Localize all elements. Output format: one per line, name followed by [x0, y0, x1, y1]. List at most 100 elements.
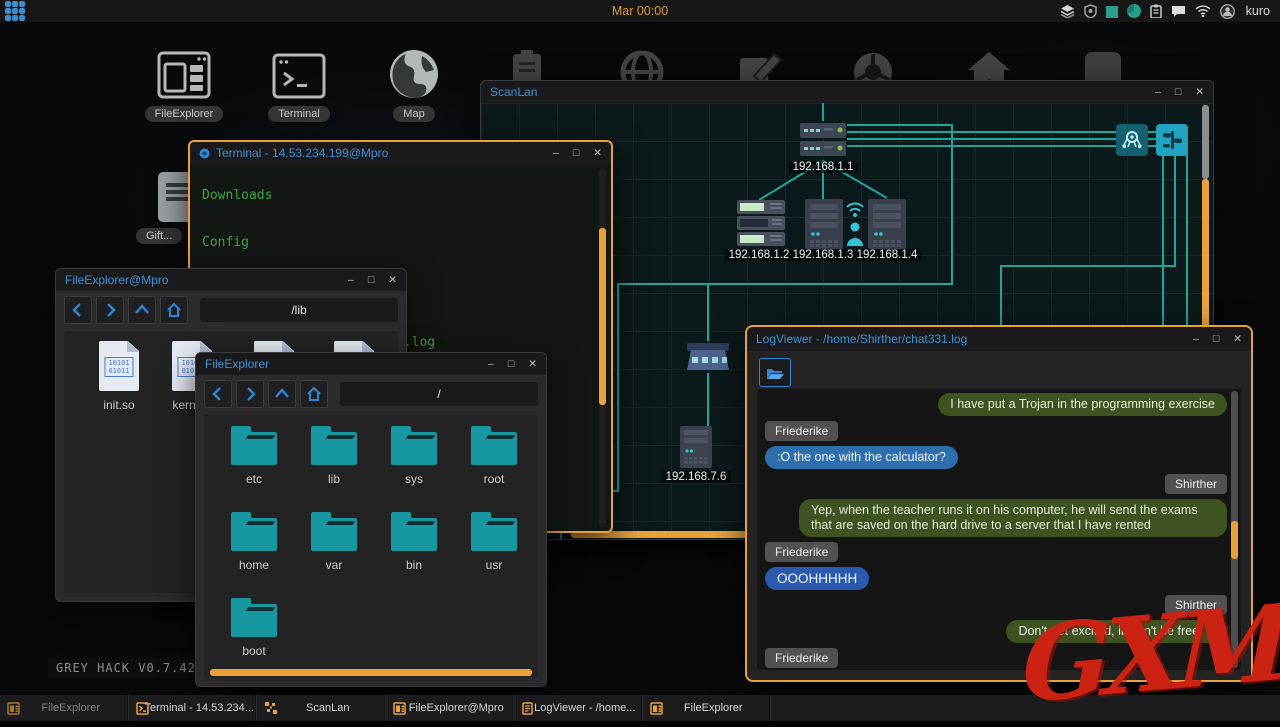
desktop-icon-terminal[interactable]: Terminal — [255, 48, 343, 122]
taskbar: FileExplorer Terminal - 14.53.234... Sca… — [0, 694, 1280, 721]
up-button[interactable] — [128, 296, 156, 324]
scanlan-icon — [264, 701, 278, 715]
folder-icon — [231, 518, 277, 551]
globe-icon — [370, 48, 458, 100]
fileexplorer-titlebar[interactable]: FileExplorer – □ ✕ — [196, 353, 546, 375]
wifi-icon[interactable] — [1195, 5, 1211, 17]
chat-author: Shirther — [1165, 595, 1227, 615]
network-node-rack[interactable] — [736, 199, 786, 252]
minimize-button[interactable]: – — [1193, 333, 1199, 345]
terminal-titlebar[interactable]: Terminal - 14.53.234.199@Mpro – □ ✕ — [190, 142, 611, 164]
fileexplorer-icon — [393, 702, 406, 715]
home-icon — [166, 302, 182, 318]
folder-item-lib[interactable]: lib — [294, 423, 374, 486]
close-button[interactable]: ✕ — [1233, 333, 1242, 345]
taskbar-item-terminal[interactable]: Terminal - 14.53.234... — [129, 695, 258, 721]
taskbar-item-fileexplorer-min[interactable]: FileExplorer — [0, 695, 129, 721]
back-button[interactable] — [64, 296, 92, 324]
terminal-scroll-thumb[interactable] — [599, 228, 606, 405]
network-node-pc2[interactable] — [864, 198, 910, 255]
network-node-remote[interactable] — [677, 425, 715, 474]
window-fileexplorer-root: FileExplorer – □ ✕ / etc lib sys root ho… — [195, 352, 547, 687]
close-button[interactable]: ✕ — [1195, 86, 1204, 98]
forward-button[interactable] — [236, 380, 264, 408]
address-bar[interactable]: /lib — [200, 298, 398, 322]
network-node-switch[interactable] — [686, 341, 730, 378]
switch-icon — [686, 341, 730, 373]
taskbar-item-fileexplorer-mpro[interactable]: FileExplorer@Mpro — [386, 695, 515, 721]
folder-item-usr[interactable]: usr — [454, 509, 534, 572]
scanlan-titlebar[interactable]: ScanLan – □ ✕ — [481, 81, 1213, 103]
chat-message: Don't get excited, it won't be free: D — [1006, 620, 1227, 643]
home-button[interactable] — [300, 380, 328, 408]
fileexplorer-hscroll-thumb[interactable] — [210, 669, 532, 676]
clipboard-icon[interactable] — [1150, 4, 1162, 18]
desktop-icon-map[interactable]: Map — [370, 48, 458, 122]
status-square-icon[interactable] — [1106, 5, 1118, 18]
router-icon — [799, 121, 847, 159]
folder-item-etc[interactable]: etc — [214, 423, 294, 486]
window-title: Terminal - 14.53.234.199@Mpro — [216, 146, 388, 160]
window-title: FileExplorer@Mpro — [65, 273, 169, 287]
pc2-ip-label: 192.168.1.4 — [853, 249, 922, 261]
user-account-icon[interactable] — [1220, 4, 1235, 19]
back-button[interactable] — [204, 380, 232, 408]
chat-bubble-icon[interactable] — [1171, 5, 1186, 18]
server-rack-icon — [736, 199, 786, 247]
close-button[interactable]: ✕ — [528, 358, 537, 370]
scan-tool-button[interactable] — [1116, 124, 1148, 156]
open-file-button[interactable] — [759, 358, 791, 387]
terminal-icon — [255, 48, 343, 100]
forward-button[interactable] — [96, 296, 124, 324]
logviewer-titlebar[interactable]: LogViewer - /home/Shirther/chat331.log –… — [747, 327, 1251, 351]
folder-item-var[interactable]: var — [294, 509, 374, 572]
file-item-init-so[interactable]: 10101 01011 init.so — [79, 341, 159, 412]
minimize-button[interactable]: – — [1155, 86, 1161, 98]
maximize-button[interactable]: □ — [1175, 86, 1181, 98]
terminal-line: Config — [202, 235, 611, 251]
chat-message: OOOHHHHH — [765, 567, 869, 590]
fileexplorer-mpro-titlebar[interactable]: FileExplorer@Mpro – □ ✕ — [56, 269, 406, 291]
chat-scroll-thumb[interactable] — [1231, 521, 1238, 559]
desktop-icon-fileexplorer[interactable]: FileExplorer — [140, 48, 228, 122]
tower-pc-icon — [801, 198, 847, 250]
maximize-button[interactable]: □ — [368, 274, 374, 286]
scanlan-vscroll-track[interactable] — [1202, 105, 1209, 179]
folder-item-boot[interactable]: boot — [214, 595, 294, 658]
wifi-user-indicator — [844, 196, 866, 253]
home-button[interactable] — [160, 296, 188, 324]
maximize-button[interactable]: □ — [573, 147, 579, 159]
up-button[interactable] — [268, 380, 296, 408]
filter-tool-button[interactable] — [1156, 124, 1188, 156]
chat-log[interactable]: I have put a Trojan in the programming e… — [757, 389, 1241, 670]
taskbar-item-logviewer[interactable]: LogViewer - /home... — [514, 695, 643, 721]
gift-icon-label: Gift... — [136, 228, 182, 244]
folder-icon — [311, 432, 357, 465]
folder-item-sys[interactable]: sys — [374, 423, 454, 486]
network-node-router[interactable] — [799, 121, 847, 164]
layers-icon[interactable] — [1060, 4, 1075, 18]
close-button[interactable]: ✕ — [593, 147, 602, 159]
maximize-button[interactable]: □ — [1213, 333, 1219, 345]
status-pie-icon[interactable] — [1127, 4, 1141, 18]
address-bar[interactable]: / — [340, 382, 538, 406]
taskbar-item-scanlan[interactable]: ScanLan — [257, 695, 386, 721]
shield-icon[interactable] — [1084, 4, 1097, 18]
folder-icon — [391, 518, 437, 551]
folder-item-home[interactable]: home — [214, 509, 294, 572]
folder-icon — [231, 432, 277, 465]
taskbar-item-fileexplorer-2[interactable]: FileExplorer — [643, 695, 772, 721]
minimize-button[interactable]: – — [348, 274, 354, 286]
minimize-button[interactable]: – — [488, 358, 494, 370]
username[interactable]: kuro — [1246, 4, 1270, 18]
window-title: LogViewer - /home/Shirther/chat331.log — [756, 332, 967, 346]
user-icon — [851, 223, 860, 232]
open-folder-icon — [766, 366, 784, 380]
close-button[interactable]: ✕ — [388, 274, 397, 286]
signpost-icon — [1161, 129, 1183, 151]
folder-item-root[interactable]: root — [454, 423, 534, 486]
minimize-button[interactable]: – — [553, 147, 559, 159]
network-node-pc1[interactable] — [801, 198, 847, 255]
maximize-button[interactable]: □ — [508, 358, 514, 370]
folder-item-bin[interactable]: bin — [374, 509, 454, 572]
